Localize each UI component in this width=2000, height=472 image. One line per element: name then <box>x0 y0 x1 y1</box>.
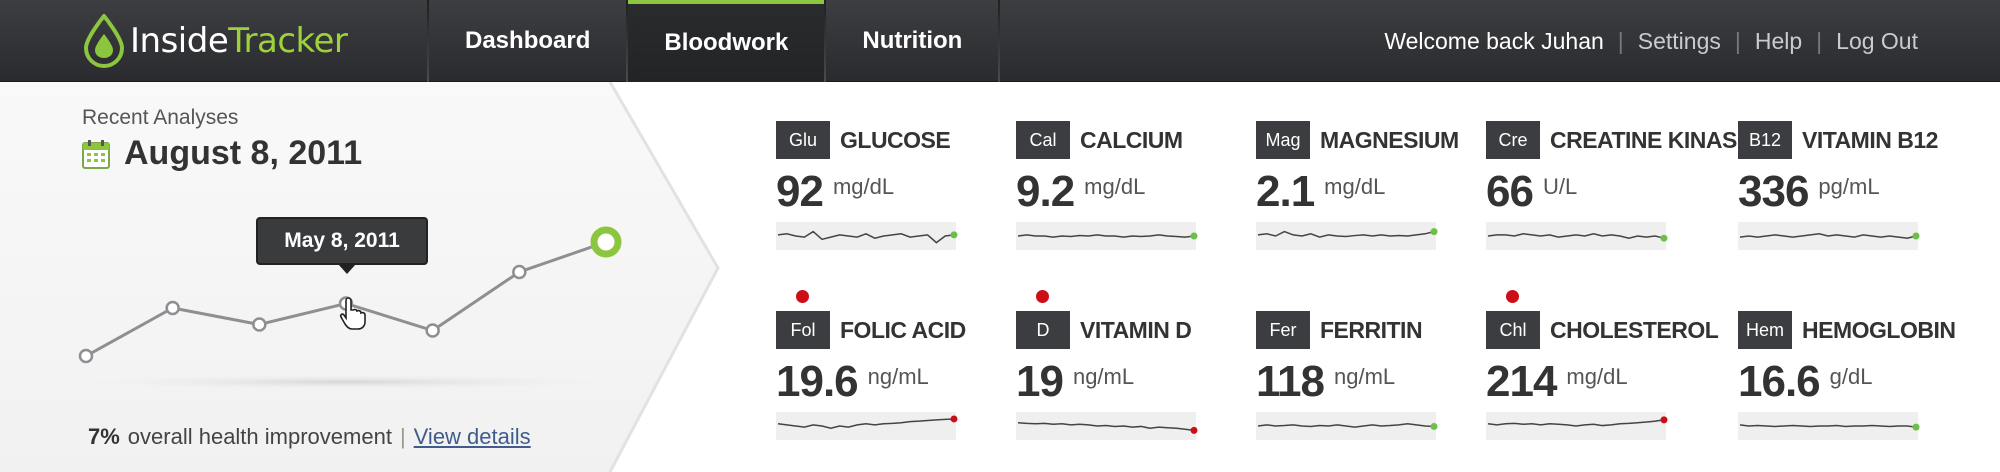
biomarker-abbreviation: Fer <box>1256 311 1310 349</box>
biomarker-name: FOLIC ACID <box>840 316 966 343</box>
biomarker-value: 9.2 <box>1016 167 1075 216</box>
biomarker-abbreviation: Hem <box>1738 311 1793 349</box>
sparkline-latest-point <box>1430 422 1438 430</box>
biomarker-name: CHOLESTEROL <box>1550 316 1719 343</box>
biomarker-name: VITAMIN B12 <box>1802 126 1938 153</box>
biomarker-unit: pg/mL <box>1818 174 1880 199</box>
biomarker-value: 66 <box>1486 167 1534 216</box>
biomarker-card-hemoglobin[interactable]: Hem HEMOGLOBIN 16.6 g/dL <box>1738 310 1968 460</box>
card-value-row: 19.6 ng/mL <box>776 358 1006 408</box>
sparkline-latest-point <box>950 231 958 239</box>
biomarker-sparkline <box>1486 222 1668 250</box>
sparkline-background <box>776 412 956 440</box>
biomarker-unit: mg/dL <box>1324 174 1386 199</box>
biomarker-name: FERRITIN <box>1320 316 1423 343</box>
biomarker-abbreviation: B12 <box>1738 121 1792 159</box>
card-value-row: 92 mg/dL <box>776 168 1006 218</box>
biomarker-abbreviation: Glu <box>776 121 830 159</box>
biomarker-card-creatine-kinase[interactable]: Cre CREATINE KINASE 66 U/L <box>1486 120 1752 270</box>
card-value-row: 214 mg/dL <box>1486 358 1716 408</box>
biomarker-value: 118 <box>1256 357 1325 406</box>
biomarker-value: 2.1 <box>1256 167 1315 216</box>
biomarker-sparkline <box>1486 412 1668 440</box>
biomarker-card-folic-acid[interactable]: Fol FOLIC ACID 19.6 ng/mL <box>776 310 1006 460</box>
card-header: Fer FERRITIN <box>1256 310 1486 350</box>
biomarker-name: MAGNESIUM <box>1320 126 1459 153</box>
biomarker-value: 336 <box>1738 167 1809 216</box>
biomarker-grid: Glu GLUCOSE 92 mg/dL Cal CALCIUM 9.2 mg/dL Mag MA… <box>0 0 2000 472</box>
biomarker-name: HEMOGLOBIN <box>1802 316 1956 343</box>
biomarker-card-vitamin-b12[interactable]: B12 VITAMIN B12 336 pg/mL <box>1738 120 1968 270</box>
biomarker-abbreviation: Cal <box>1016 121 1070 159</box>
biomarker-unit: ng/mL <box>1072 364 1135 389</box>
biomarker-card-magnesium[interactable]: Mag MAGNESIUM 2.1 mg/dL <box>1256 120 1486 270</box>
card-header: Mag MAGNESIUM <box>1256 120 1486 160</box>
card-header: B12 VITAMIN B12 <box>1738 120 1968 160</box>
biomarker-value: 16.6 <box>1738 357 1821 406</box>
biomarker-abbreviation: Fol <box>776 311 830 349</box>
biomarker-unit: mg/dL <box>1084 174 1146 199</box>
card-header: Glu GLUCOSE <box>776 120 1006 160</box>
biomarker-card-ferritin[interactable]: Fer FERRITIN 118 ng/mL <box>1256 310 1486 460</box>
card-value-row: 16.6 g/dL <box>1738 358 1968 408</box>
biomarker-unit: ng/mL <box>867 364 929 389</box>
biomarker-value: 214 <box>1486 357 1557 406</box>
biomarker-unit: mg/dL <box>1566 364 1628 389</box>
biomarker-card-calcium[interactable]: Cal CALCIUM 9.2 mg/dL <box>1016 120 1246 270</box>
sparkline-latest-point <box>1660 416 1668 424</box>
biomarker-sparkline <box>1738 222 1920 250</box>
biomarker-unit: g/dL <box>1829 364 1873 389</box>
card-header: Cal CALCIUM <box>1016 120 1246 160</box>
biomarker-name: CALCIUM <box>1080 126 1183 153</box>
card-header: Fol FOLIC ACID <box>776 310 1006 350</box>
sparkline-latest-point <box>1912 423 1920 431</box>
card-value-row: 66 U/L <box>1486 168 1716 218</box>
sparkline-latest-point <box>1660 234 1668 242</box>
biomarker-value: 92 <box>776 167 824 216</box>
alert-indicator-dot <box>1036 290 1049 303</box>
biomarker-sparkline <box>1016 412 1198 440</box>
card-value-row: 336 pg/mL <box>1738 168 1968 218</box>
card-value-row: 9.2 mg/dL <box>1016 168 1246 218</box>
biomarker-value: 19 <box>1016 357 1064 406</box>
biomarker-sparkline <box>1738 412 1920 440</box>
card-header: Hem HEMOGLOBIN <box>1738 310 1968 350</box>
sparkline-latest-point <box>1190 232 1198 240</box>
biomarker-card-cholesterol[interactable]: Chl CHOLESTEROL 214 mg/dL <box>1486 310 1719 460</box>
alert-indicator-dot <box>796 290 809 303</box>
card-value-row: 19 ng/mL <box>1016 358 1246 408</box>
card-value-row: 2.1 mg/dL <box>1256 168 1486 218</box>
sparkline-latest-point <box>1190 426 1198 434</box>
biomarker-card-glucose[interactable]: Glu GLUCOSE 92 mg/dL <box>776 120 1006 270</box>
biomarker-unit: ng/mL <box>1333 364 1396 389</box>
card-value-row: 118 ng/mL <box>1256 358 1486 408</box>
biomarker-abbreviation: Chl <box>1486 311 1540 349</box>
sparkline-latest-point <box>950 415 958 423</box>
biomarker-name: VITAMIN D <box>1080 316 1192 343</box>
biomarker-abbreviation: D <box>1016 311 1070 349</box>
biomarker-abbreviation: Mag <box>1256 121 1310 159</box>
sparkline-latest-point <box>1912 232 1920 240</box>
biomarker-abbreviation: Cre <box>1486 121 1540 159</box>
biomarker-sparkline <box>776 222 958 250</box>
biomarker-unit: mg/dL <box>832 174 895 199</box>
biomarker-name: CREATINE KINASE <box>1550 126 1752 153</box>
biomarker-sparkline <box>1016 222 1198 250</box>
biomarker-name: GLUCOSE <box>840 126 951 153</box>
card-header: Cre CREATINE KINASE <box>1486 120 1752 160</box>
biomarker-unit: U/L <box>1542 174 1578 199</box>
sparkline-latest-point <box>1430 228 1438 236</box>
biomarker-card-vitamin-d[interactable]: D VITAMIN D 19 ng/mL <box>1016 310 1246 460</box>
biomarker-sparkline <box>1256 222 1438 250</box>
card-header: D VITAMIN D <box>1016 310 1246 350</box>
biomarker-value: 19.6 <box>776 357 859 406</box>
biomarker-sparkline <box>776 412 958 440</box>
card-header: Chl CHOLESTEROL <box>1486 310 1719 350</box>
biomarker-sparkline <box>1256 412 1438 440</box>
alert-indicator-dot <box>1506 290 1519 303</box>
